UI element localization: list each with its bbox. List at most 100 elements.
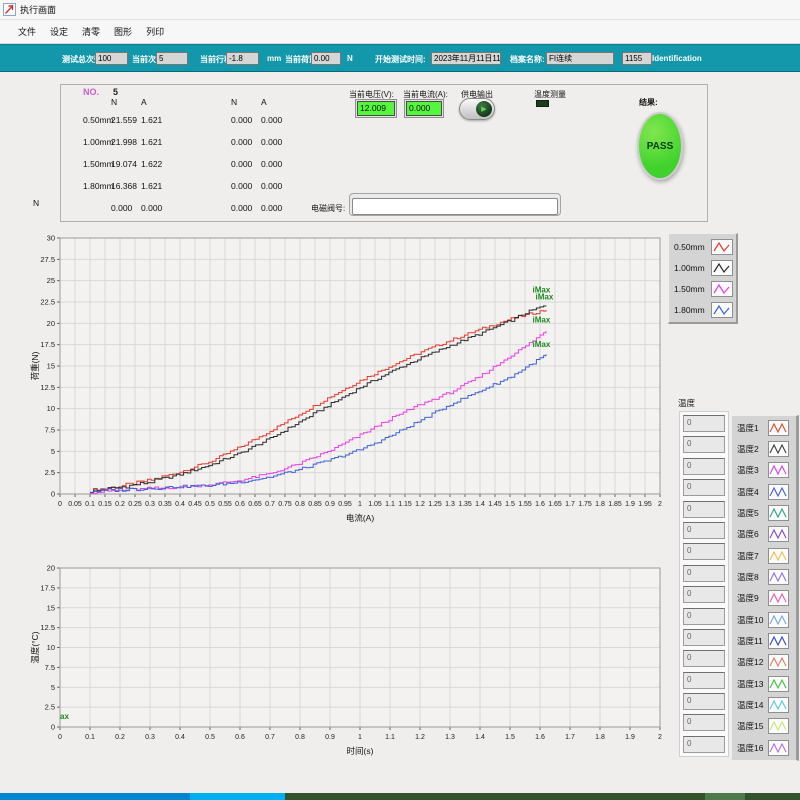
power-toggle-arrow-icon: ▶ (476, 101, 492, 117)
svg-text:0.15: 0.15 (98, 501, 112, 508)
menu-item-4[interactable]: 图形 (107, 22, 139, 41)
cell-value: 21.559 (111, 115, 141, 125)
temp-value-2: 0 (683, 436, 725, 453)
table-row: 1.00mm21.9981.6210.0000.000 (61, 131, 301, 153)
topbar-field-value-7[interactable]: 1155 (622, 52, 652, 65)
temp-value-7: 0 (683, 543, 725, 560)
menu-item-3[interactable]: 清零 (75, 22, 107, 41)
svg-text:0.45: 0.45 (188, 501, 202, 508)
topbar-field-value-2[interactable]: 5 (156, 52, 188, 65)
temp-value-14: 0 (683, 693, 725, 710)
topbar-field-suffix-4: N (347, 54, 353, 63)
svg-text:iMax: iMax (533, 315, 551, 324)
result-pass-indicator: PASS (637, 112, 683, 180)
legend-item-1.80mm[interactable]: 1.80mm (671, 299, 734, 320)
title-bar: 执行画面 (0, 0, 800, 20)
legend-label: 0.50mm (671, 242, 711, 252)
valve-label: 电磁阀号: (311, 203, 345, 214)
menu-bar: 文件设定清零图形列印 (0, 20, 800, 44)
voltage-display: 12.009 (357, 101, 395, 116)
temperature-legend: 温度1 温度2 温度3 温度4 温度5温度6温度7温度8温度9温度10 温度11 温度12 温… (731, 415, 799, 761)
line-style-icon (768, 462, 789, 478)
svg-text:荷重(N): 荷重(N) (30, 351, 40, 380)
temperature-title: 温度 (678, 397, 695, 409)
svg-text:电流(A): 电流(A) (346, 513, 375, 523)
svg-text:1.9: 1.9 (625, 734, 635, 741)
temp-legend-item-10[interactable]: 温度10 (734, 609, 794, 630)
svg-text:0.8: 0.8 (295, 734, 305, 741)
temp-legend-item-7[interactable]: 温度7 (734, 545, 794, 566)
svg-text:时间(s): 时间(s) (347, 746, 374, 756)
svg-text:0.05: 0.05 (68, 501, 82, 508)
temp-legend-item-1[interactable]: 温度1 (734, 417, 794, 438)
legend-item-1.50mm[interactable]: 1.50mm (671, 278, 734, 299)
menu-item-1[interactable]: 文件 (11, 22, 43, 41)
cell-value: 0.000 (261, 159, 301, 169)
temp-legend-label: 温度2 (734, 443, 768, 455)
svg-text:12.5: 12.5 (40, 383, 55, 392)
temp-legend-label: 温度11 (734, 635, 768, 647)
svg-text:0.1: 0.1 (85, 734, 95, 741)
temp-legend-item-15[interactable]: 温度15 (734, 716, 794, 737)
temp-legend-label: 温度13 (734, 678, 768, 690)
temp-legend-item-16[interactable]: 温度16 (734, 737, 794, 758)
svg-text:22.5: 22.5 (40, 298, 55, 307)
row-label: 1.00mm (83, 137, 111, 147)
legend-item-1.00mm[interactable]: 1.00mm (671, 257, 734, 278)
temp-legend-item-2[interactable]: 温度2 (734, 438, 794, 459)
col-header-2: A (141, 97, 231, 107)
result-value: PASS (647, 141, 674, 152)
table-row: 1.50mm19.0741.6220.0000.000 (61, 153, 301, 175)
svg-text:30: 30 (47, 234, 55, 243)
temp-value-9: 0 (683, 586, 725, 603)
svg-text:7.5: 7.5 (45, 663, 55, 672)
voltage-display-frame: 12.009 (355, 99, 397, 118)
power-output-toggle[interactable]: ▶ (459, 98, 495, 120)
svg-text:1.3: 1.3 (445, 501, 455, 508)
svg-text:0.65: 0.65 (248, 501, 262, 508)
temp-legend-item-9[interactable]: 温度9 (734, 588, 794, 609)
line-style-icon (768, 548, 789, 564)
temp-legend-item-5[interactable]: 温度5 (734, 502, 794, 523)
topbar-field-label-6: 档案名称: (510, 54, 545, 65)
svg-text:10: 10 (47, 643, 55, 652)
valve-number-input[interactable] (352, 198, 558, 215)
line-style-icon (711, 260, 733, 276)
menu-item-2[interactable]: 设定 (43, 22, 75, 41)
valve-input-frame (349, 193, 561, 216)
topbar-field-value-3[interactable]: -1.8 (226, 52, 259, 65)
svg-text:0.5: 0.5 (205, 501, 215, 508)
svg-text:1.95: 1.95 (638, 501, 652, 508)
topbar-field-suffix-7: Identification (652, 54, 702, 63)
temp-measure-led-indicator[interactable] (536, 100, 549, 107)
topbar-field-value-5[interactable]: 2023年11月11日11:06 (431, 52, 501, 65)
svg-text:0.7: 0.7 (265, 734, 275, 741)
temp-legend-item-3[interactable]: 温度3 (734, 460, 794, 481)
svg-text:2.5: 2.5 (45, 703, 55, 712)
temp-legend-item-11[interactable]: 温度11 (734, 630, 794, 651)
temp-legend-item-8[interactable]: 温度8 (734, 566, 794, 587)
svg-text:iMax: iMax (536, 292, 554, 301)
svg-text:0.35: 0.35 (158, 501, 172, 508)
svg-text:1.05: 1.05 (368, 501, 382, 508)
temp-legend-item-6[interactable]: 温度6 (734, 524, 794, 545)
temp-legend-item-14[interactable]: 温度14 (734, 694, 794, 715)
topbar-field-value-6[interactable]: FI连续 (546, 52, 614, 65)
temp-value-4: 0 (683, 479, 725, 496)
temp-legend-item-4[interactable]: 温度4 (734, 481, 794, 502)
cell-value: 0.000 (261, 115, 301, 125)
temp-value-1: 0 (683, 415, 725, 432)
svg-text:0.9: 0.9 (325, 501, 335, 508)
temp-legend-item-12[interactable]: 温度12 (734, 652, 794, 673)
col-header-4: A (261, 97, 301, 107)
temp-legend-label: 温度4 (734, 486, 768, 498)
topbar-field-value-1[interactable]: 100 (95, 52, 128, 65)
svg-text:0.6: 0.6 (235, 501, 245, 508)
legend-item-0.50mm[interactable]: 0.50mm (671, 236, 734, 257)
cell-value: 1.622 (141, 159, 231, 169)
temp-value-12: 0 (683, 650, 725, 667)
topbar-field-value-4[interactable]: 0.00 (311, 52, 341, 65)
svg-text:0.4: 0.4 (175, 734, 185, 741)
menu-item-5[interactable]: 列印 (139, 22, 171, 41)
temp-legend-item-13[interactable]: 温度13 (734, 673, 794, 694)
